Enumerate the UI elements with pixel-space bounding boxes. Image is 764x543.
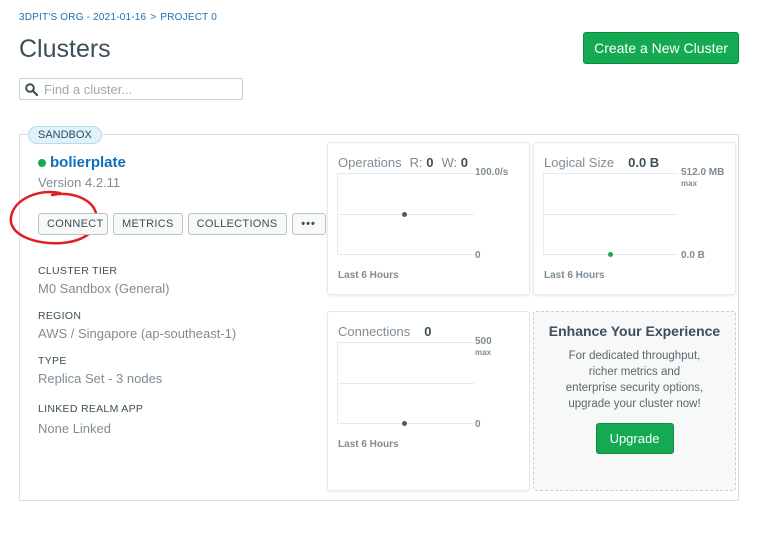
cluster-search[interactable] [19,78,243,100]
operations-data-point [402,212,407,217]
chart-gridline [544,173,678,174]
operations-r-value: 0 [426,155,434,170]
enhance-experience-panel: Enhance Your Experience For dedicated th… [533,311,736,491]
region-label: REGION [38,310,82,322]
logical-size-value: 0.0 B [628,155,660,170]
breadcrumb-separator: > [150,12,157,23]
logical-size-min-label: 0.0 B [681,250,705,261]
metrics-button[interactable]: METRICS [113,213,183,235]
logical-size-panel[interactable]: Logical Size 0.0 B 512.0 MB max 0.0 B La… [533,142,736,295]
logical-size-max-label: 512.0 MB [681,167,725,178]
create-cluster-button[interactable]: Create a New Cluster [583,32,739,64]
status-dot-icon [38,158,46,167]
enhance-description: For dedicated throughput, richer metrics… [565,350,704,410]
connections-chart [337,342,474,426]
search-input[interactable] [44,81,234,97]
logical-size-chart [543,173,678,257]
collections-button[interactable]: COLLECTIONS [187,213,287,235]
connections-max-sub: max [475,348,492,357]
cluster-version: Version 4.2.11 [38,175,121,190]
type-label: TYPE [38,355,67,367]
breadcrumb-project-link[interactable]: PROJECT 0 [160,12,217,23]
enhance-title: Enhance Your Experience [548,323,721,339]
operations-panel[interactable]: Operations R: 0 W: 0 100.0/s 0 Last 6 Ho… [327,142,530,295]
operations-min-label: 0 [475,250,481,261]
type-value: Replica Set - 3 nodes [38,371,163,386]
cluster-action-buttons: CONNECT METRICS COLLECTIONS ••• [38,213,326,235]
connections-max-label: 500 [475,336,492,347]
connections-value: 0 [424,324,432,339]
region-value: AWS / Singapore (ap-southeast-1) [38,326,237,341]
logical-size-data-point [608,252,613,257]
connections-footer: Last 6 Hours [338,439,399,450]
connect-button[interactable]: CONNECT [38,213,108,235]
connections-header: Connections 0 [338,324,432,339]
connections-data-point [402,421,407,426]
search-icon [25,82,38,96]
cluster-name-row: bolierplate [38,154,126,171]
breadcrumb-org-link[interactable]: 3DPIT'S ORG - 2021-01-16 [19,12,146,23]
connections-min-label: 0 [475,419,481,430]
logical-size-header: Logical Size 0.0 B [544,155,659,170]
operations-w-value: 0 [460,155,468,170]
more-options-button[interactable]: ••• [291,213,326,235]
connections-title: Connections [338,324,411,339]
chart-gridline [338,342,474,343]
logical-size-max-sub: max [681,179,698,188]
breadcrumb: 3DPIT'S ORG - 2021-01-16 > PROJECT 0 [19,12,217,23]
linked-realm-label: LINKED REALM APP [38,403,144,415]
operations-w-label: W: [441,155,458,170]
cluster-tier-value: M0 Sandbox (General) [38,281,170,296]
cluster-tier-label: CLUSTER TIER [38,265,118,277]
chart-gridline [338,383,474,384]
logical-size-title: Logical Size [544,155,615,170]
cluster-name-link[interactable]: bolierplate [50,154,126,171]
operations-footer: Last 6 Hours [338,270,399,281]
operations-max-label: 100.0/s [475,167,509,178]
linked-realm-value: None Linked [38,421,111,436]
operations-chart [337,173,474,255]
chart-gridline [544,214,678,215]
upgrade-button[interactable]: Upgrade [595,423,674,454]
connections-panel[interactable]: Connections 0 500 max 0 Last 6 Hours [327,311,530,491]
operations-r-label: R: [409,155,423,170]
chart-gridline [338,254,474,255]
page-title: Clusters [19,35,111,63]
cluster-summary: bolierplate Version 4.2.11 CONNECT METRI… [9,135,326,500]
chart-gridline [338,173,474,174]
operations-title: Operations [338,155,402,170]
logical-size-footer: Last 6 Hours [544,270,605,281]
operations-header: Operations R: 0 W: 0 [338,155,468,170]
